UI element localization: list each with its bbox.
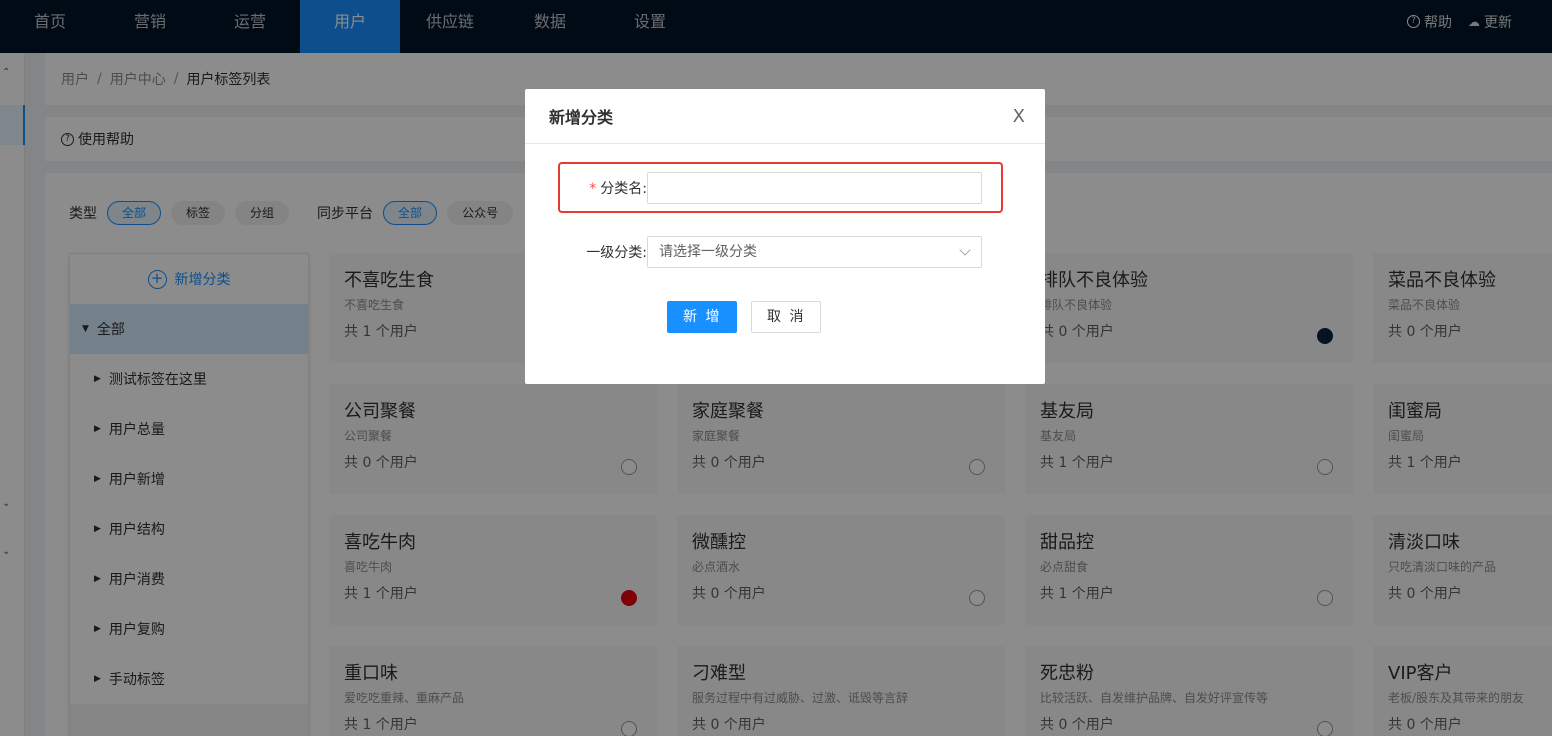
category-name-field: * 分类名: bbox=[555, 172, 982, 204]
category-name-label-text: 分类名: bbox=[600, 181, 647, 197]
modal-title: 新增分类 bbox=[549, 108, 614, 127]
cancel-button[interactable]: 取 消 bbox=[751, 301, 822, 333]
category-name-label: * 分类名: bbox=[555, 178, 647, 198]
modal-header: 新增分类 X bbox=[525, 89, 1045, 144]
required-mark: * bbox=[589, 181, 597, 197]
add-button[interactable]: 新 增 bbox=[667, 301, 738, 333]
parent-category-select[interactable]: 请选择一级分类 bbox=[647, 236, 982, 268]
parent-category-field: 一级分类: 请选择一级分类 bbox=[555, 236, 982, 268]
parent-category-placeholder: 请选择一级分类 bbox=[659, 244, 757, 260]
category-name-input[interactable] bbox=[647, 172, 982, 204]
close-icon[interactable]: X bbox=[1013, 106, 1025, 127]
add-category-modal: 新增分类 X * 分类名: 一级分类: 请选择一级分类 新 增 取 消 bbox=[525, 89, 1045, 384]
chevron-down-icon bbox=[959, 244, 971, 256]
parent-category-label: 一级分类: bbox=[586, 245, 647, 261]
